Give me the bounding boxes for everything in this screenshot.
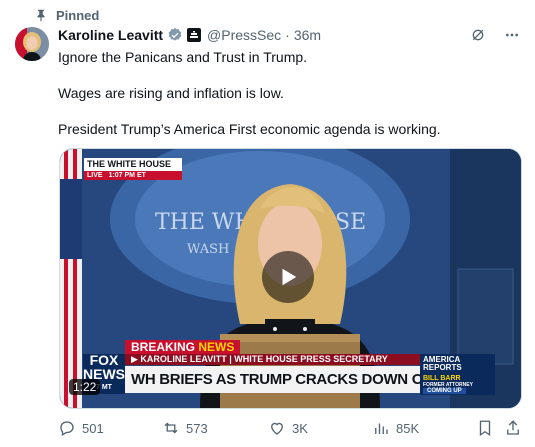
views-icon (375, 423, 388, 434)
verified-badge-icon[interactable] (167, 27, 183, 43)
grok-icon[interactable] (469, 26, 487, 44)
post-header: Karoline Leavitt @PressSec · 36m (58, 25, 321, 45)
side-coming: COMING UP (423, 388, 466, 394)
post-text-line-2: Wages are rising and inflation is low. (58, 85, 284, 101)
live-time: 1:07 PM ET (108, 172, 146, 179)
avatar-image (15, 27, 49, 61)
post-text-line-3: President Trump’s America First economic… (58, 121, 441, 137)
author-handle[interactable]: @PressSec (207, 27, 281, 43)
america-title: AMERICA REPORTS (423, 355, 462, 372)
reply-count: 501 (82, 420, 104, 436)
america-reports-box: AMERICA REPORTS BILL BARR FORMER ATTORNEY… (420, 354, 495, 395)
live-bar: LIVE 1:07 PM ET (84, 171, 182, 180)
chyron-headline: WH BRIEFS AS TRUMP CRACKS DOWN ON CRIME … (125, 366, 423, 393)
speaker-lower-third: ▶ KAROLINE LEAVITT | WHITE HOUSE PRESS S… (125, 354, 423, 365)
post-top-actions (469, 26, 521, 44)
like-count: 3K (292, 420, 308, 436)
share-button[interactable] (504, 419, 522, 437)
white-house-label: THE WHITE HOUSE (84, 158, 182, 171)
affiliation-badge-icon[interactable] (187, 28, 202, 42)
backdrop-text-3: WASH (187, 242, 229, 257)
bookmark-icon (479, 420, 491, 437)
author-name[interactable]: Karoline Leavitt (58, 27, 163, 43)
repost-count: 573 (186, 420, 208, 436)
reply-button[interactable]: 501 (58, 419, 104, 437)
pin-icon (37, 9, 45, 22)
breaking-label: BREAKING (131, 340, 196, 354)
like-button[interactable]: 3K (268, 419, 308, 437)
video-duration: 1:22 (69, 379, 101, 395)
avatar[interactable] (15, 27, 49, 61)
post-actions: 501 573 3K 85K (58, 418, 524, 438)
post-time[interactable]: 36m (294, 27, 321, 43)
repost-icon (164, 422, 178, 434)
play-icon (282, 268, 297, 286)
white-house-live-tag: THE WHITE HOUSE LIVE 1:07 PM ET (84, 158, 182, 180)
pinned-label: Pinned (56, 7, 100, 23)
repost-button[interactable]: 573 (162, 419, 208, 437)
live-label: LIVE (87, 172, 103, 179)
more-options-icon[interactable] (503, 26, 521, 44)
heart-icon (271, 422, 283, 435)
separator: · (285, 27, 290, 43)
post-text-line-1: Ignore the Panicans and Trust in Trump. (58, 49, 308, 65)
views-button[interactable]: 85K (372, 419, 419, 437)
bookmark-button[interactable] (476, 419, 494, 437)
fox-logo-line-1: FOX (89, 352, 119, 368)
post-text: Ignore the Panicans and Trust in Trump. … (58, 48, 518, 156)
news-label: NEWS (198, 340, 235, 354)
pinned-indicator: Pinned (34, 6, 99, 24)
play-button[interactable] (262, 251, 314, 303)
view-count: 85K (396, 420, 420, 436)
breaking-news-banner: BREAKING NEWS (125, 340, 241, 354)
reply-icon (60, 421, 74, 436)
side-name: BILL BARR (423, 375, 461, 382)
share-icon (507, 420, 519, 435)
